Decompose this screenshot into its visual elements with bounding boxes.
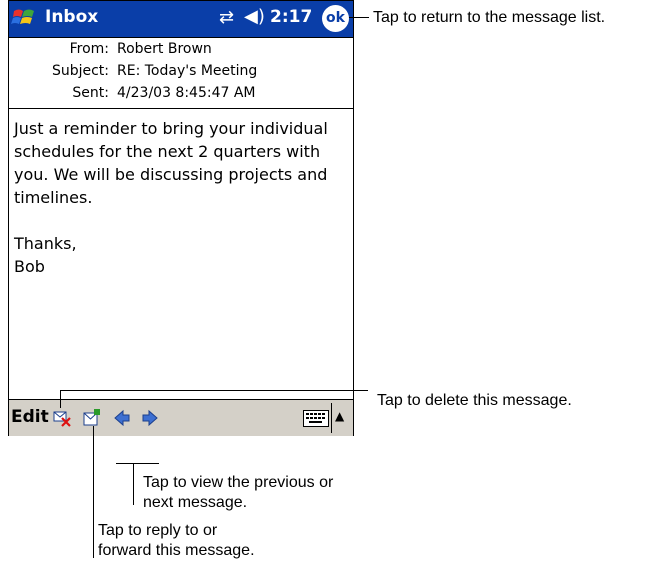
sent-value: 4/23/03 8:45:47 AM: [117, 85, 256, 101]
from-value: Robert Brown: [117, 41, 212, 57]
message-body[interactable]: Just a reminder to bring your individual…: [14, 117, 344, 278]
callout-reply: Tap to reply to or forward this message.: [98, 522, 255, 559]
from-row: From: Robert Brown: [9, 41, 349, 63]
previous-icon[interactable]: [113, 409, 131, 427]
keyboard-icon[interactable]: [303, 410, 329, 427]
sent-row: Sent: 4/23/03 8:45:47 AM: [9, 85, 349, 107]
connectivity-icon[interactable]: ⇄: [219, 7, 234, 28]
callout-line-delete-h: [60, 390, 368, 391]
subject-value: RE: Today's Meeting: [117, 63, 258, 79]
ok-button[interactable]: ok: [322, 5, 349, 32]
callout-line-prevnext-v: [133, 463, 134, 505]
message-header: From: Robert Brown Subject: RE: Today's …: [9, 38, 353, 109]
subject-label: Subject:: [51, 63, 109, 79]
next-icon[interactable]: [141, 409, 159, 427]
callout-line-delete-v: [60, 390, 61, 408]
callout-delete: Tap to delete this message.: [377, 392, 572, 409]
callout-line-reply: [93, 426, 94, 558]
clock[interactable]: 2:17: [270, 7, 312, 27]
from-label: From:: [69, 41, 109, 57]
callout-line-ok: [349, 17, 369, 18]
title-bar: Inbox ⇄ ◀) 2:17 ok: [9, 1, 353, 38]
app-title: Inbox: [45, 7, 99, 27]
reply-icon[interactable]: [83, 409, 101, 427]
delete-icon[interactable]: [53, 409, 71, 427]
callout-line-prevnext-h: [116, 463, 159, 464]
callout-ok: Tap to return to the message list.: [373, 9, 606, 26]
sent-label: Sent:: [72, 85, 109, 101]
sip-menu-arrow-icon[interactable]: ▲: [335, 409, 344, 423]
callout-prevnext: Tap to view the previous or next message…: [143, 474, 334, 511]
pocket-pc-screen: Inbox ⇄ ◀) 2:17 ok From: Robert Brown Su…: [8, 0, 354, 436]
volume-icon[interactable]: ◀): [244, 6, 265, 27]
subject-row: Subject: RE: Today's Meeting: [9, 63, 349, 85]
windows-start-icon[interactable]: [11, 5, 39, 31]
edit-menu[interactable]: Edit: [11, 407, 49, 427]
sip-divider: [331, 403, 332, 433]
